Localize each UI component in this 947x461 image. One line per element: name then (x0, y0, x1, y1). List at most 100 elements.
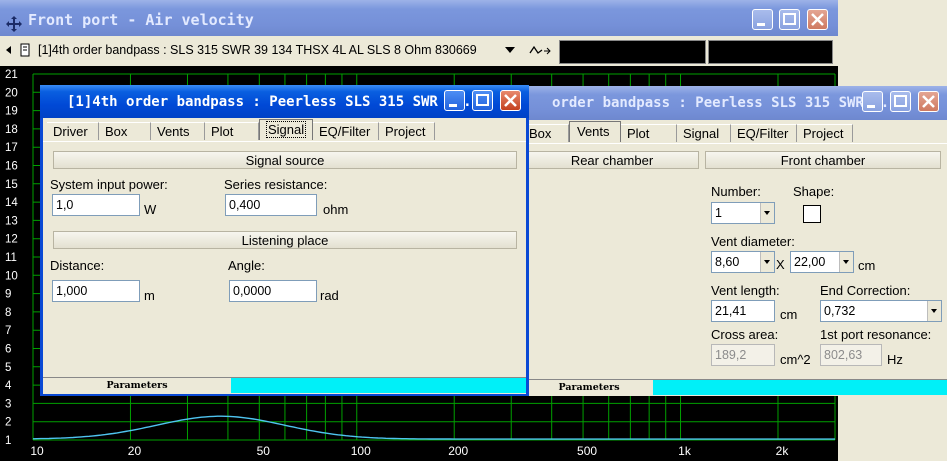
angle-label: Angle: (228, 258, 265, 273)
tab-signal[interactable]: Signal (259, 119, 313, 140)
y-tick-label: 13 (5, 215, 18, 227)
number-select[interactable]: 1 (711, 202, 775, 224)
distance-value: 1,000 (56, 284, 88, 298)
series-resistance-label: Series resistance: (224, 177, 328, 192)
x-tick-label: 100 (351, 444, 371, 458)
toolbar: [1]4th order bandpass : SLS 315 SWR 39 1… (0, 38, 838, 64)
readout-box-1 (559, 40, 706, 64)
distance-input[interactable]: 1,000 (52, 280, 140, 302)
minimize-button[interactable] (752, 9, 773, 30)
chevron-down-icon (927, 301, 941, 321)
system-input-power-value: 1,0 (56, 198, 74, 212)
y-tick-label: 7 (5, 325, 11, 337)
y-tick-label: 18 (5, 124, 18, 136)
vents-tab-box[interactable]: Box (525, 124, 569, 142)
chevron-down-icon (760, 252, 774, 272)
listening-place-header: Listening place (53, 231, 517, 249)
cross-area-field: 189,2 (711, 344, 775, 366)
vents-maximize-button[interactable] (890, 91, 911, 112)
series-resistance-unit: ohm (323, 202, 349, 217)
project-selector[interactable]: [1]4th order bandpass : SLS 315 SWR 39 1… (38, 43, 477, 57)
tab-project[interactable]: Project (379, 122, 435, 140)
y-tick-label: 8 (5, 307, 11, 319)
y-tick-label: 11 (5, 252, 17, 264)
series-resistance-input[interactable]: 0,400 (225, 194, 317, 216)
vents-tab-plot[interactable]: Plot (621, 124, 677, 142)
x-tick-label: 1k (678, 444, 692, 458)
signal-window: [1]4th order bandpass : Peerless SLS 315… (40, 85, 529, 396)
signal-tab-strip: Driver Box Vents Plot Signal EQ/Filter Project (47, 119, 435, 142)
vent-length-value: 21,41 (715, 304, 747, 318)
signal-status-label: Parameters (43, 378, 231, 393)
y-tick-label: 4 (5, 380, 12, 392)
tab-plot[interactable]: Plot (205, 122, 259, 140)
y-tick-label: 1 (5, 435, 11, 447)
vent-length-input[interactable]: 21,41 (711, 300, 775, 322)
tab-box[interactable]: Box (99, 122, 151, 140)
velocity-curve (32, 415, 835, 440)
x-tick-label: 10 (30, 444, 44, 458)
vents-tab-project[interactable]: Project (797, 124, 853, 142)
signal-mode-icon[interactable] (528, 42, 554, 61)
end-correction-value: 0,732 (824, 304, 856, 318)
vent-diameter-b-select[interactable]: 22,00 (790, 251, 854, 273)
vent-length-unit: cm (780, 307, 798, 322)
front-chamber-header: Front chamber (705, 151, 941, 169)
main-titlebar[interactable]: Front port - Air velocity (0, 0, 838, 36)
y-tick-label: 6 (5, 344, 11, 356)
angle-input[interactable]: 0,0000 (229, 280, 317, 302)
x-tick-label: 500 (577, 444, 597, 458)
move-icon (6, 7, 22, 36)
system-input-power-input[interactable]: 1,0 (52, 194, 140, 216)
end-correction-label: End Correction: (820, 283, 911, 298)
port-resonance-unit: Hz (887, 352, 903, 367)
tab-vents[interactable]: Vents (151, 122, 205, 140)
vent-length-label: Vent length: (711, 283, 780, 298)
chevron-down-icon (839, 252, 853, 272)
vents-tab-signal[interactable]: Signal (677, 124, 731, 142)
vents-minimize-button[interactable] (862, 91, 883, 112)
cross-area-value: 189,2 (715, 348, 747, 362)
signal-maximize-button[interactable] (472, 90, 493, 111)
y-tick-label: 16 (5, 161, 18, 173)
signal-source-header: Signal source (53, 151, 517, 169)
shape-square-button[interactable] (803, 205, 821, 223)
tab-driver[interactable]: Driver (47, 122, 99, 140)
close-button[interactable] (807, 9, 828, 30)
vents-tab-eqfilter[interactable]: EQ/Filter (731, 124, 797, 142)
port-resonance-field: 802,63 (820, 344, 882, 366)
signal-minimize-button[interactable] (444, 90, 465, 111)
y-tick-label: 19 (5, 106, 18, 118)
y-tick-label: 9 (5, 289, 11, 301)
document-icon (20, 43, 30, 60)
vent-diameter-a-select[interactable]: 8,60 (711, 251, 775, 273)
vent-diameter-x-label: X (776, 257, 785, 272)
end-correction-select[interactable]: 0,732 (820, 300, 942, 322)
signal-titlebar[interactable]: [1]4th order bandpass : Peerless SLS 315… (40, 85, 529, 118)
y-tick-label: 15 (5, 179, 18, 191)
distance-label: Distance: (50, 258, 105, 273)
project-dropdown-arrow[interactable] (505, 47, 515, 53)
vents-tab-vents[interactable]: Vents (569, 121, 621, 142)
vents-window: order bandpass : Peerless SLS 315 SWR ..… (525, 86, 947, 396)
scroll-left-icon[interactable] (6, 46, 11, 54)
maximize-button[interactable] (779, 9, 800, 30)
y-tick-label: 12 (5, 234, 18, 246)
vent-diameter-b-value: 22,00 (794, 255, 826, 269)
shape-label: Shape: (793, 184, 835, 199)
vents-tab-strip: Box Vents Plot Signal EQ/Filter Project (525, 121, 853, 144)
vents-statusbar: Parameters (525, 379, 947, 395)
tab-signal-label: Signal (266, 121, 307, 138)
vents-close-button[interactable] (918, 91, 939, 112)
y-tick-label: 17 (5, 142, 18, 154)
distance-unit: m (144, 288, 155, 303)
y-tick-label: 2 (5, 417, 11, 429)
signal-body: Driver Box Vents Plot Signal EQ/Filter Project… (43, 118, 526, 394)
tab-eqfilter[interactable]: EQ/Filter (313, 122, 379, 140)
vents-titlebar[interactable]: order bandpass : Peerless SLS 315 SWR ..… (525, 86, 947, 120)
rear-chamber-header: Rear chamber (525, 151, 699, 169)
cross-area-unit: cm^2 (780, 352, 811, 367)
signal-window-title: [1]4th order bandpass : Peerless SLS 315… (67, 94, 472, 110)
number-select-value: 1 (715, 206, 722, 220)
signal-close-button[interactable] (500, 90, 521, 111)
